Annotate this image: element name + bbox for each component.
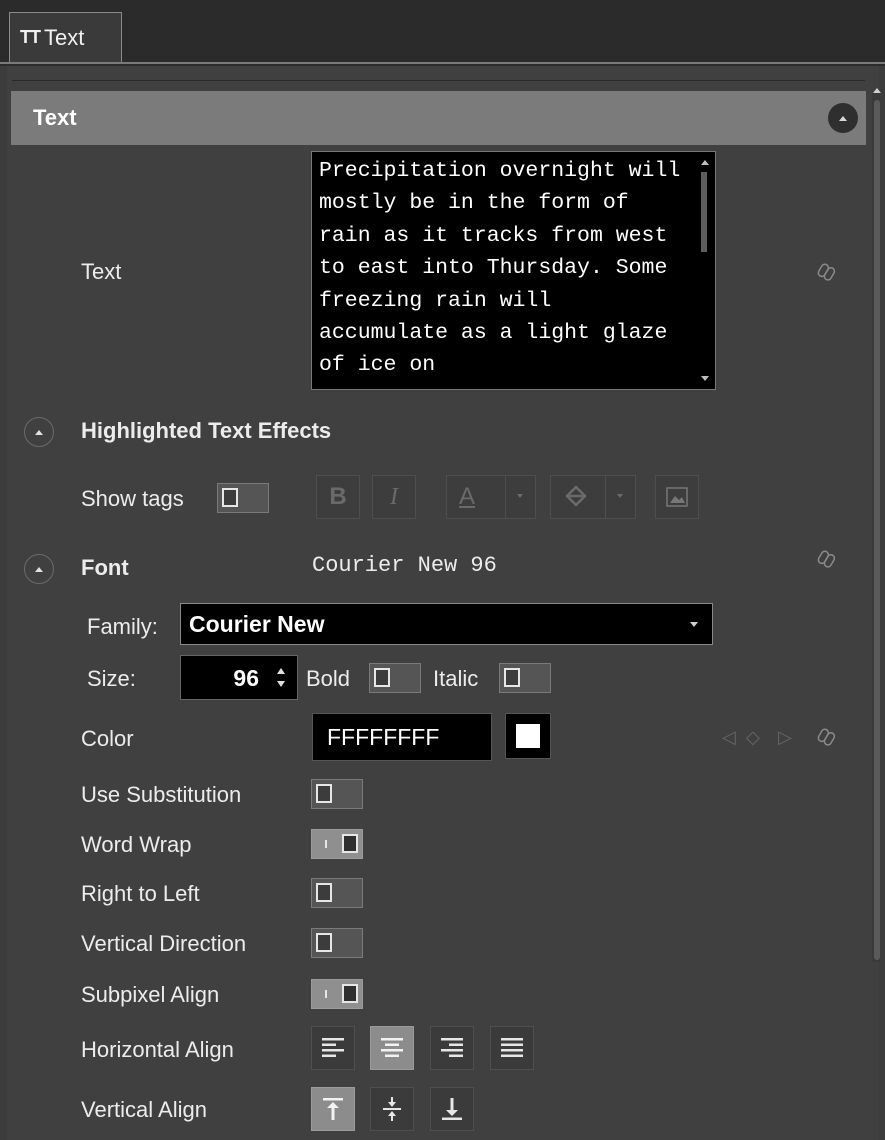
decrement-icon[interactable] [277, 681, 285, 687]
text-label: Text [81, 259, 122, 284]
italic-label: Italic [433, 666, 479, 691]
keyframe-icon[interactable]: ◇ [746, 727, 760, 748]
color-hex-value: FFFFFFFF [327, 723, 440, 750]
align-left-button[interactable] [311, 1026, 355, 1070]
font-summary: Courier New 96 [312, 553, 497, 578]
vertical-align-label: Vertical Align [81, 1097, 207, 1122]
chevron-down-icon[interactable] [617, 494, 623, 498]
size-label: Size: [87, 666, 136, 691]
align-right-icon [441, 1038, 463, 1057]
show-tags-toggle[interactable] [217, 483, 269, 513]
vertical-direction-label: Vertical Direction [81, 931, 247, 956]
use-substitution-toggle[interactable] [311, 779, 363, 809]
vertical-direction-toggle[interactable] [311, 928, 363, 958]
image-button[interactable] [655, 475, 699, 519]
color-hex-input[interactable]: FFFFFFFF [312, 713, 492, 761]
section-title: Text [33, 105, 77, 130]
text-type-icon: TT [20, 27, 41, 47]
align-justify-button[interactable] [490, 1026, 534, 1070]
next-keyframe-icon[interactable]: ▷ [778, 727, 792, 748]
font-size-value: 96 [233, 665, 259, 691]
collapse-highlighted-button[interactable] [24, 417, 54, 447]
horizontal-align-label: Horizontal Align [81, 1037, 234, 1062]
chevron-down-icon [690, 622, 698, 627]
tab-text[interactable]: TT Text [9, 12, 122, 62]
font-family-select[interactable]: Courier New [180, 603, 713, 645]
font-family-value: Courier New [189, 610, 325, 637]
color-label: Color [81, 726, 134, 751]
subpixel-align-toggle[interactable] [311, 979, 363, 1009]
align-left-icon [322, 1038, 344, 1057]
color-swatch-fill [516, 724, 540, 748]
align-justify-icon [501, 1038, 523, 1057]
color-swatch[interactable] [505, 713, 551, 759]
align-bottom-button[interactable] [430, 1087, 474, 1131]
scroll-up-icon[interactable] [701, 160, 709, 165]
align-top-icon [323, 1098, 343, 1120]
panel-divider [12, 80, 865, 81]
scroll-down-icon[interactable] [701, 376, 709, 381]
link-icon[interactable] [816, 549, 838, 571]
use-substitution-label: Use Substitution [81, 782, 242, 807]
scroll-up-arrow-icon[interactable] [873, 88, 881, 93]
highlight-color-button[interactable] [550, 475, 636, 519]
word-wrap-label: Word Wrap [81, 832, 192, 857]
collapse-font-button[interactable] [24, 554, 54, 584]
text-input-scrollbar[interactable] [695, 152, 715, 389]
link-icon[interactable] [816, 727, 838, 749]
bold-toggle[interactable] [369, 663, 421, 693]
chevron-down-icon[interactable] [517, 494, 523, 498]
previous-keyframe-icon[interactable]: ◁ [722, 727, 736, 748]
text-scrollbar-thumb[interactable] [701, 172, 707, 252]
font-size-stepper[interactable]: 96 [180, 655, 298, 700]
right-to-left-label: Right to Left [81, 881, 200, 906]
right-to-left-toggle[interactable] [311, 878, 363, 908]
bold-format-button[interactable]: B [316, 475, 360, 519]
bold-label: Bold [306, 666, 351, 691]
section-header-text[interactable]: Text [11, 91, 866, 145]
text-color-icon: A [459, 483, 476, 510]
word-wrap-toggle[interactable] [311, 829, 363, 859]
font-title: Font [81, 555, 129, 580]
text-input-value: Precipitation overnight will mostly be i… [319, 159, 694, 378]
tab-label: Text [44, 24, 85, 50]
align-middle-button[interactable] [370, 1087, 414, 1131]
show-tags-label: Show tags [81, 486, 184, 511]
link-icon[interactable] [816, 262, 838, 284]
align-bottom-icon [442, 1098, 462, 1120]
increment-icon[interactable] [277, 668, 285, 674]
tab-divider [0, 62, 885, 64]
text-input[interactable]: Precipitation overnight will mostly be i… [311, 151, 716, 390]
collapse-section-button[interactable] [828, 103, 858, 133]
italic-format-button[interactable]: I [372, 475, 416, 519]
align-right-button[interactable] [430, 1026, 474, 1070]
panel-scrollbar-thumb[interactable] [874, 100, 880, 960]
align-top-button[interactable] [311, 1087, 355, 1131]
highlighted-title: Highlighted Text Effects [81, 418, 332, 443]
align-center-icon [381, 1038, 403, 1057]
subpixel-align-label: Subpixel Align [81, 982, 220, 1007]
align-center-button[interactable] [370, 1026, 414, 1070]
italic-toggle[interactable] [499, 663, 551, 693]
family-label: Family: [87, 614, 158, 639]
tab-bar: TT Text [0, 0, 885, 66]
fill-bucket-icon [565, 485, 587, 507]
align-middle-icon [383, 1097, 401, 1121]
text-color-button[interactable]: A [446, 475, 536, 519]
image-icon [666, 487, 688, 507]
